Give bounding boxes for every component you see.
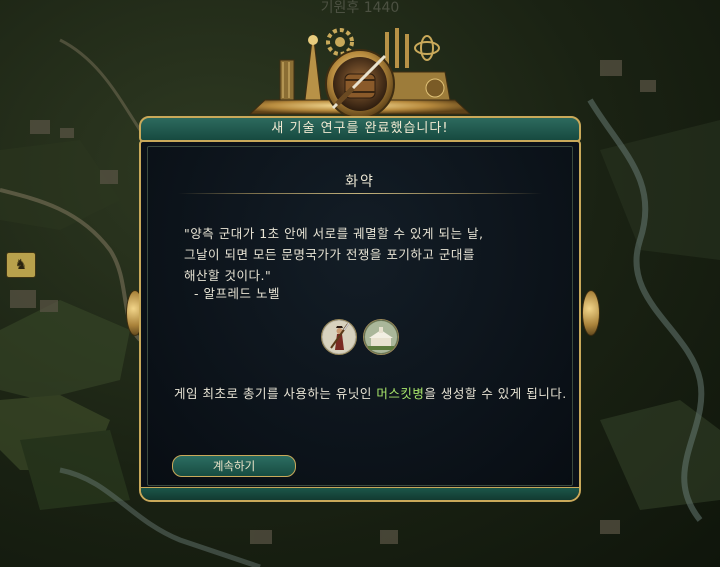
unlocked-items bbox=[148, 319, 572, 355]
building-icon[interactable] bbox=[363, 319, 399, 355]
description-suffix: 을 생성할 수 있게 됩니다. bbox=[424, 386, 567, 401]
tech-name-title: 화약 bbox=[345, 174, 375, 190]
musketman-icon[interactable] bbox=[321, 319, 357, 355]
tech-complete-banner: 새 기술 연구를 완료했습니다! bbox=[139, 116, 581, 142]
tech-complete-dialog: 화약 "양측 군대가 1초 안에 서로를 궤멸할 수 있게 되는 날, 그날이 … bbox=[139, 140, 581, 502]
dialog-bottom-bar bbox=[141, 487, 579, 500]
dialog-content: 화약 "양측 군대가 1초 안에 서로를 궤멸할 수 있게 되는 날, 그날이 … bbox=[147, 146, 573, 486]
tech-description: 게임 최초로 총기를 사용하는 유닛인 머스킷병을 생성할 수 있게 됩니다. bbox=[174, 383, 574, 404]
continue-button[interactable]: 계속하기 bbox=[172, 455, 296, 477]
game-year-label: 기원후 1440 bbox=[320, 0, 400, 16]
description-prefix: 게임 최초로 총기를 사용하는 유닛인 bbox=[174, 386, 377, 401]
camel-unit-badge[interactable]: ♞ bbox=[6, 252, 36, 278]
quote-author: - 알프레드 노벨 bbox=[194, 286, 280, 301]
panel-right-ornament bbox=[582, 290, 600, 336]
camel-icon: ♞ bbox=[14, 257, 28, 273]
tech-quote: "양측 군대가 1초 안에 서로를 궤멸할 수 있게 되는 날, 그날이 되면 … bbox=[184, 226, 484, 283]
title-divider bbox=[178, 193, 542, 194]
musketman-link[interactable]: 머스킷병 bbox=[376, 386, 424, 401]
tech-emblem-icon bbox=[248, 28, 472, 119]
